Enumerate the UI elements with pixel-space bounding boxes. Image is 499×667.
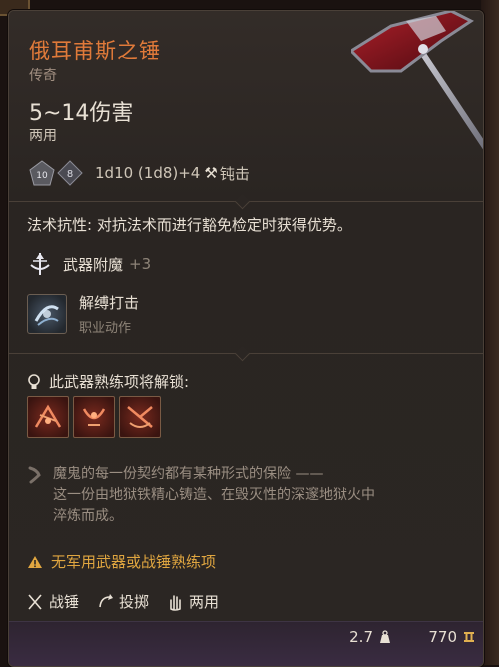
enchantment-bonus: +3 [129, 255, 152, 273]
item-value: 770 [428, 628, 475, 646]
proficiency-unlock-title: 此武器熟练项将解锁: [27, 371, 189, 392]
item-weight: 2.7 [349, 628, 391, 646]
property-versatile[interactable]: 两用 [167, 591, 219, 612]
proficiency-action-1-icon[interactable] [27, 396, 69, 438]
item-name: 俄耳甫斯之锤 [29, 39, 161, 63]
damage-range: 5~14伤害 [29, 101, 134, 126]
action-type: 职业动作 [79, 321, 132, 336]
bludgeoning-icon: ⚒ [204, 164, 218, 182]
proficiency-action-3-icon[interactable] [119, 396, 161, 438]
warning-text: 无军用武器或战锤熟练项 [51, 553, 217, 571]
passive-text: 对抗法术而进行豁免检定时获得优势。 [96, 216, 352, 234]
flavor-line-3: 淬炼而成。 [53, 508, 123, 524]
weapon-enchantment-icon [30, 253, 50, 275]
item-rarity: 传奇 [29, 68, 57, 84]
property-label: 投掷 [119, 593, 150, 611]
proficiency-action-2-icon[interactable] [73, 396, 115, 438]
enchantment-label: 武器附魔 [63, 255, 124, 274]
spell-resistance-passive: 法术抗性: 对抗法术而进行豁免检定时获得优势。 [27, 214, 352, 235]
svg-text:8: 8 [67, 169, 73, 180]
d10-die-icon: 10 [29, 160, 55, 186]
flavor-line-1: 魔鬼的每一份契约都有某种形式的保险 —— [53, 466, 324, 482]
proficiency-warning: 无军用武器或战锤熟练项 [27, 551, 216, 572]
unbound-strike-action[interactable]: 解缚打击 职业动作 [27, 292, 139, 336]
weapon-enchantment: 武器附魔 +3 [27, 251, 151, 277]
warhammer-icon [28, 593, 42, 610]
property-label: 两用 [189, 593, 220, 611]
warning-icon [28, 555, 42, 568]
quill-icon [28, 466, 41, 484]
handedness: 两用 [29, 128, 57, 144]
gold-coin-icon [464, 632, 474, 642]
action-name: 解缚打击 [79, 294, 140, 312]
weapon-properties: 战锤 投掷 两用 [27, 591, 237, 612]
weight-icon [380, 630, 390, 643]
proficiency-title-text: 此武器熟练项将解锁: [49, 373, 190, 391]
property-warhammer[interactable]: 战锤 [27, 591, 79, 612]
dice-formula: 1d10 (1d8)+4 [95, 164, 201, 182]
thrown-icon [99, 593, 114, 607]
gold-value: 770 [428, 628, 457, 646]
item-tooltip: 俄耳甫斯之锤 传奇 5~14伤害 两用 10 8 1d10 (1d8)+4 ⚒ … [8, 10, 484, 667]
flavor-text-block: 魔鬼的每一份契约都有某种形式的保险 —— 这一份由地狱铁精心铸造、在毁灭性的深邃… [27, 464, 473, 527]
tooltip-footer [9, 621, 483, 666]
versatile-hand-icon [170, 594, 181, 611]
divider-notch [234, 345, 251, 362]
flavor-line-2: 这一份由地狱铁精心铸造、在毁灭性的深邃地狱火中 [53, 487, 375, 503]
lightbulb-icon [28, 373, 40, 389]
damage-type: 钝击 [219, 164, 250, 183]
svg-text:10: 10 [36, 171, 48, 181]
property-thrown[interactable]: 投掷 [97, 591, 149, 612]
proficiency-actions [27, 396, 165, 438]
property-label: 战锤 [49, 593, 80, 611]
damage-dice-row: 10 8 1d10 (1d8)+4 ⚒ 钝击 [29, 157, 250, 189]
warhammer-art-icon [351, 11, 483, 150]
passive-label: 法术抗性: [27, 216, 93, 234]
unbound-strike-icon[interactable] [27, 294, 67, 334]
d8-die-icon: 8 [57, 160, 83, 186]
weight-value: 2.7 [349, 628, 373, 646]
